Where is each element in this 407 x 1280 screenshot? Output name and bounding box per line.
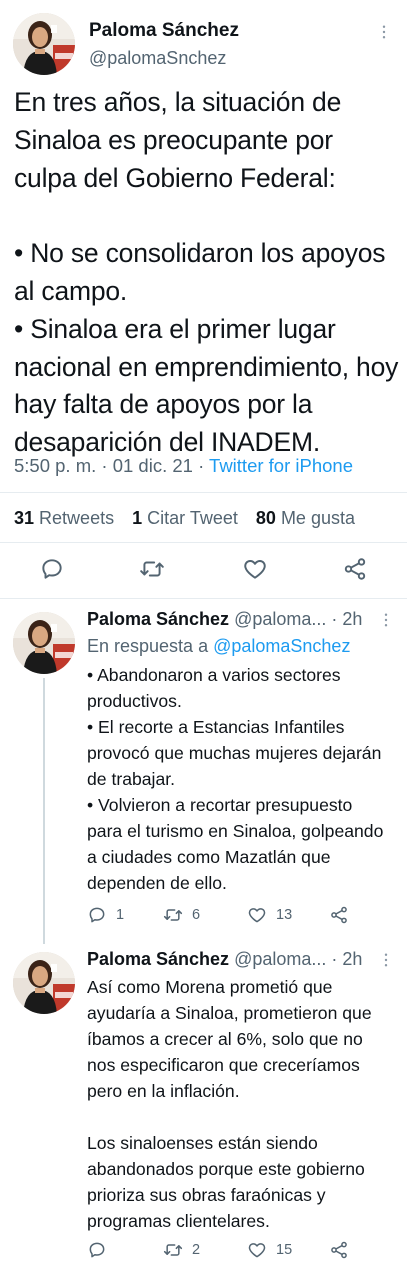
retweet-button[interactable]: 2 <box>163 1240 200 1260</box>
more-icon[interactable] <box>376 610 396 630</box>
divider <box>0 598 407 599</box>
retweet-count: 6 <box>192 907 201 923</box>
reply-header: Paloma Sánchez @paloma... · 2h <box>87 949 362 970</box>
heart-icon[interactable] <box>242 556 268 582</box>
likes-count[interactable]: 80 <box>256 508 276 528</box>
author-name[interactable]: Paloma Sánchez <box>87 949 229 969</box>
heart-icon <box>247 905 267 925</box>
tweet-timestamp[interactable]: 5:50 p. m. · 01 dic. 21 · <box>14 455 209 476</box>
share-button[interactable] <box>329 1240 349 1260</box>
author-handle[interactable]: @palomaSnchez <box>89 48 226 69</box>
like-button[interactable]: 13 <box>247 905 292 925</box>
heart-icon <box>247 1240 267 1260</box>
reply-icon <box>87 905 107 925</box>
in-reply-to: En respuesta a @palomaSnchez <box>87 636 350 657</box>
retweet-icon <box>163 905 183 925</box>
retweets-label[interactable]: Retweets <box>39 508 114 528</box>
more-icon[interactable] <box>374 22 394 42</box>
tweet-meta: 5:50 p. m. · 01 dic. 21 · Twitter for iP… <box>14 455 353 477</box>
like-count: 15 <box>276 1242 293 1258</box>
quotes-count[interactable]: 1 <box>132 508 142 528</box>
thread-line <box>43 678 45 944</box>
likes-label[interactable]: Me gusta <box>281 508 355 528</box>
like-button[interactable]: 15 <box>247 1240 292 1260</box>
reply-actions: 2 15 <box>87 1240 387 1264</box>
share-icon <box>329 1240 349 1260</box>
share-icon <box>329 905 349 925</box>
tweet-source[interactable]: Twitter for iPhone <box>209 455 353 476</box>
reply-icon[interactable] <box>39 556 65 582</box>
in-reply-label: En respuesta a <box>87 636 214 656</box>
retweet-button[interactable]: 6 <box>163 905 200 925</box>
reply-actions: 1 6 13 <box>87 905 387 929</box>
tweet-text: En tres años, la situación de Sinaloa es… <box>14 84 400 462</box>
tweet-stats: 31 Retweets 1 Citar Tweet 80 Me gusta <box>14 508 355 529</box>
retweet-icon[interactable] <box>139 556 165 582</box>
retweets-count[interactable]: 31 <box>14 508 34 528</box>
reply-button[interactable] <box>87 1240 116 1260</box>
divider <box>0 542 407 543</box>
share-icon[interactable] <box>342 556 368 582</box>
avatar[interactable] <box>13 952 75 1014</box>
tweet-actions <box>0 556 407 586</box>
author-name[interactable]: Paloma Sánchez <box>87 609 229 629</box>
author-name[interactable]: Paloma Sánchez <box>89 20 239 42</box>
reply-count: 1 <box>116 907 125 923</box>
tweet-text-body: En tres años, la situación de Sinaloa es… <box>14 87 399 458</box>
share-button[interactable] <box>329 905 349 925</box>
reply-button[interactable]: 1 <box>87 905 124 925</box>
quotes-label[interactable]: Citar Tweet <box>147 508 238 528</box>
retweet-icon <box>163 1240 183 1260</box>
like-count: 13 <box>276 907 293 923</box>
reply-icon <box>87 1240 107 1260</box>
reply-text: • Abandonaron a varios sectores producti… <box>87 665 384 893</box>
divider <box>0 492 407 493</box>
reply-header: Paloma Sánchez @paloma... · 2h <box>87 609 362 630</box>
author-handle-time[interactable]: @paloma... · 2h <box>234 949 362 969</box>
avatar[interactable] <box>13 13 75 75</box>
more-icon[interactable] <box>376 950 396 970</box>
retweet-count: 2 <box>192 1242 201 1258</box>
author-handle-time[interactable]: @paloma... · 2h <box>234 609 362 629</box>
reply-text: Así como Morena prometió que ayudaría a … <box>87 977 372 1231</box>
in-reply-mention[interactable]: @palomaSnchez <box>213 636 350 656</box>
avatar[interactable] <box>13 612 75 674</box>
